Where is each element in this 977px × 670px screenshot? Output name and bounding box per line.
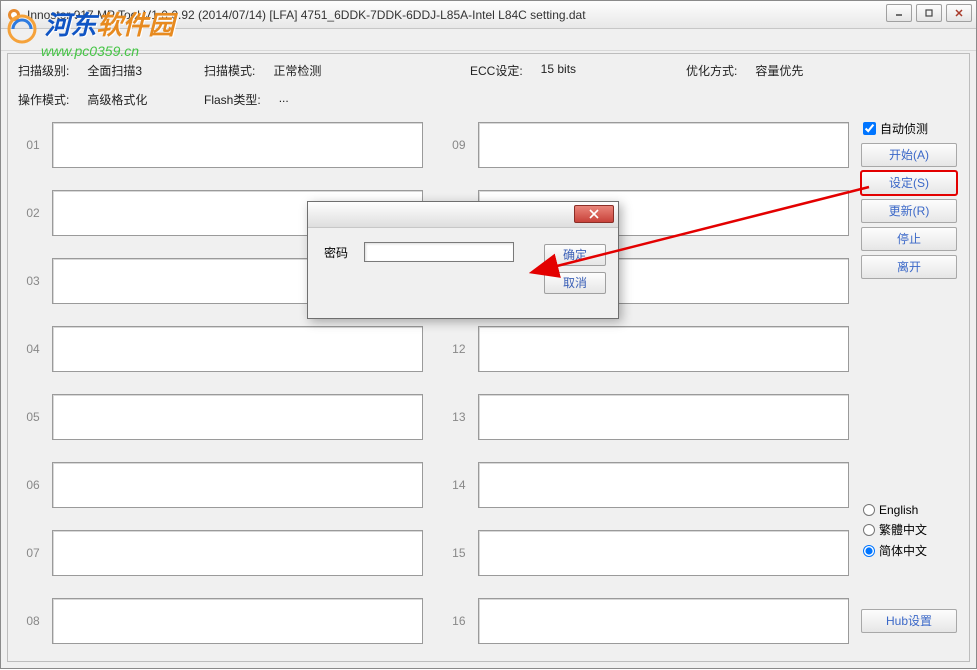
slot-box[interactable] <box>478 122 849 168</box>
slot-num: 09 <box>440 138 478 152</box>
flash-type-label: Flash类型: <box>204 91 261 108</box>
slot-box[interactable] <box>52 326 423 372</box>
lang-traditional-label: 繁體中文 <box>879 521 927 538</box>
slot-num: 01 <box>14 138 52 152</box>
slot-num: 14 <box>440 478 478 492</box>
app-icon <box>7 8 21 22</box>
slot-box[interactable] <box>52 122 423 168</box>
start-button[interactable]: 开始(A) <box>861 143 957 167</box>
slot-num: 12 <box>440 342 478 356</box>
slot-box[interactable] <box>52 394 423 440</box>
slot-num: 13 <box>440 410 478 424</box>
optimize-value: 容量优先 <box>755 62 803 79</box>
slot-box[interactable] <box>478 462 849 508</box>
slot-num: 04 <box>14 342 52 356</box>
content-frame: 扫描级别: 全面扫描3 扫描模式: 正常检测 ECC设定: 15 bits 优化方式:… <box>7 53 970 662</box>
menubar <box>1 29 976 51</box>
dialog-titlebar <box>308 202 618 228</box>
lang-english-radio[interactable] <box>863 504 875 516</box>
maximize-button[interactable] <box>916 4 942 22</box>
autodetect-label: 自动侦测 <box>880 120 928 137</box>
scan-level-value: 全面扫描3 <box>87 62 142 79</box>
slot-box[interactable] <box>52 462 423 508</box>
flash-type-value: ... <box>279 91 289 108</box>
slot-num: 06 <box>14 478 52 492</box>
password-input[interactable] <box>364 242 514 262</box>
language-group: English 繁體中文 简体中文 <box>863 499 927 563</box>
close-button[interactable] <box>946 4 972 22</box>
info-row-1: 扫描级别: 全面扫描3 扫描模式: 正常检测 ECC设定: 15 bits 优化方式:… <box>8 54 969 83</box>
slot-box[interactable] <box>478 326 849 372</box>
ok-button[interactable]: 确定 <box>544 244 606 266</box>
stop-button[interactable]: 停止 <box>861 227 957 251</box>
scan-level-label: 扫描级别: <box>18 62 69 79</box>
lang-simplified-radio[interactable] <box>863 545 875 557</box>
slot-box[interactable] <box>52 598 423 644</box>
slots-area: 01 02 03 04 05 06 07 08 09 12 13 14 15 1… <box>14 116 849 655</box>
op-mode-value: 高级格式化 <box>87 91 147 108</box>
hub-setting-button[interactable]: Hub设置 <box>861 609 957 633</box>
slot-box[interactable] <box>52 530 423 576</box>
ecc-label: ECC设定: <box>470 62 523 79</box>
info-row-2: 操作模式: 高级格式化 Flash类型:... <box>8 83 969 112</box>
slot-num: 15 <box>440 546 478 560</box>
setting-button[interactable]: 设定(S) <box>861 171 957 195</box>
scan-mode-label: 扫描模式: <box>204 62 255 79</box>
op-mode-label: 操作模式: <box>18 91 69 108</box>
window-controls <box>886 4 972 22</box>
ecc-value: 15 bits <box>541 62 576 79</box>
close-icon <box>589 209 599 219</box>
slot-box[interactable] <box>478 394 849 440</box>
lang-english-label: English <box>879 503 918 517</box>
dialog-buttons: 确定 取消 <box>544 244 606 294</box>
slot-box[interactable] <box>478 530 849 576</box>
minimize-button[interactable] <box>886 4 912 22</box>
main-window: 河东软件园 www.pc0359.cn Innostor 917 MP Tool… <box>0 0 977 669</box>
window-title: Innostor 917 MP Tool V1.0.0.92 (2014/07/… <box>27 8 586 22</box>
slot-box[interactable] <box>478 598 849 644</box>
password-dialog: 密码 确定 取消 <box>307 201 619 319</box>
slot-num: 03 <box>14 274 52 288</box>
cancel-button[interactable]: 取消 <box>544 272 606 294</box>
slot-column-left: 01 02 03 04 05 06 07 08 <box>14 116 423 655</box>
slot-num: 16 <box>440 614 478 628</box>
update-button[interactable]: 更新(R) <box>861 199 957 223</box>
slot-num: 08 <box>14 614 52 628</box>
sidebar: 自动侦测 开始(A) 设定(S) 更新(R) 停止 离开 English 繁體中… <box>857 116 961 655</box>
slot-num: 05 <box>14 410 52 424</box>
autodetect-row: 自动侦测 <box>863 120 961 137</box>
slot-column-right: 09 12 13 14 15 16 <box>440 116 849 655</box>
slot-num: 07 <box>14 546 52 560</box>
autodetect-checkbox[interactable] <box>863 122 876 135</box>
slot-num: 02 <box>14 206 52 220</box>
titlebar: Innostor 917 MP Tool V1.0.0.92 (2014/07/… <box>1 1 976 29</box>
lang-simplified-label: 简体中文 <box>879 542 927 559</box>
password-label: 密码 <box>324 244 348 261</box>
dialog-close-button[interactable] <box>574 205 614 223</box>
optimize-label: 优化方式: <box>686 62 737 79</box>
exit-button[interactable]: 离开 <box>861 255 957 279</box>
lang-traditional-radio[interactable] <box>863 524 875 536</box>
scan-mode-value: 正常检测 <box>273 62 321 79</box>
